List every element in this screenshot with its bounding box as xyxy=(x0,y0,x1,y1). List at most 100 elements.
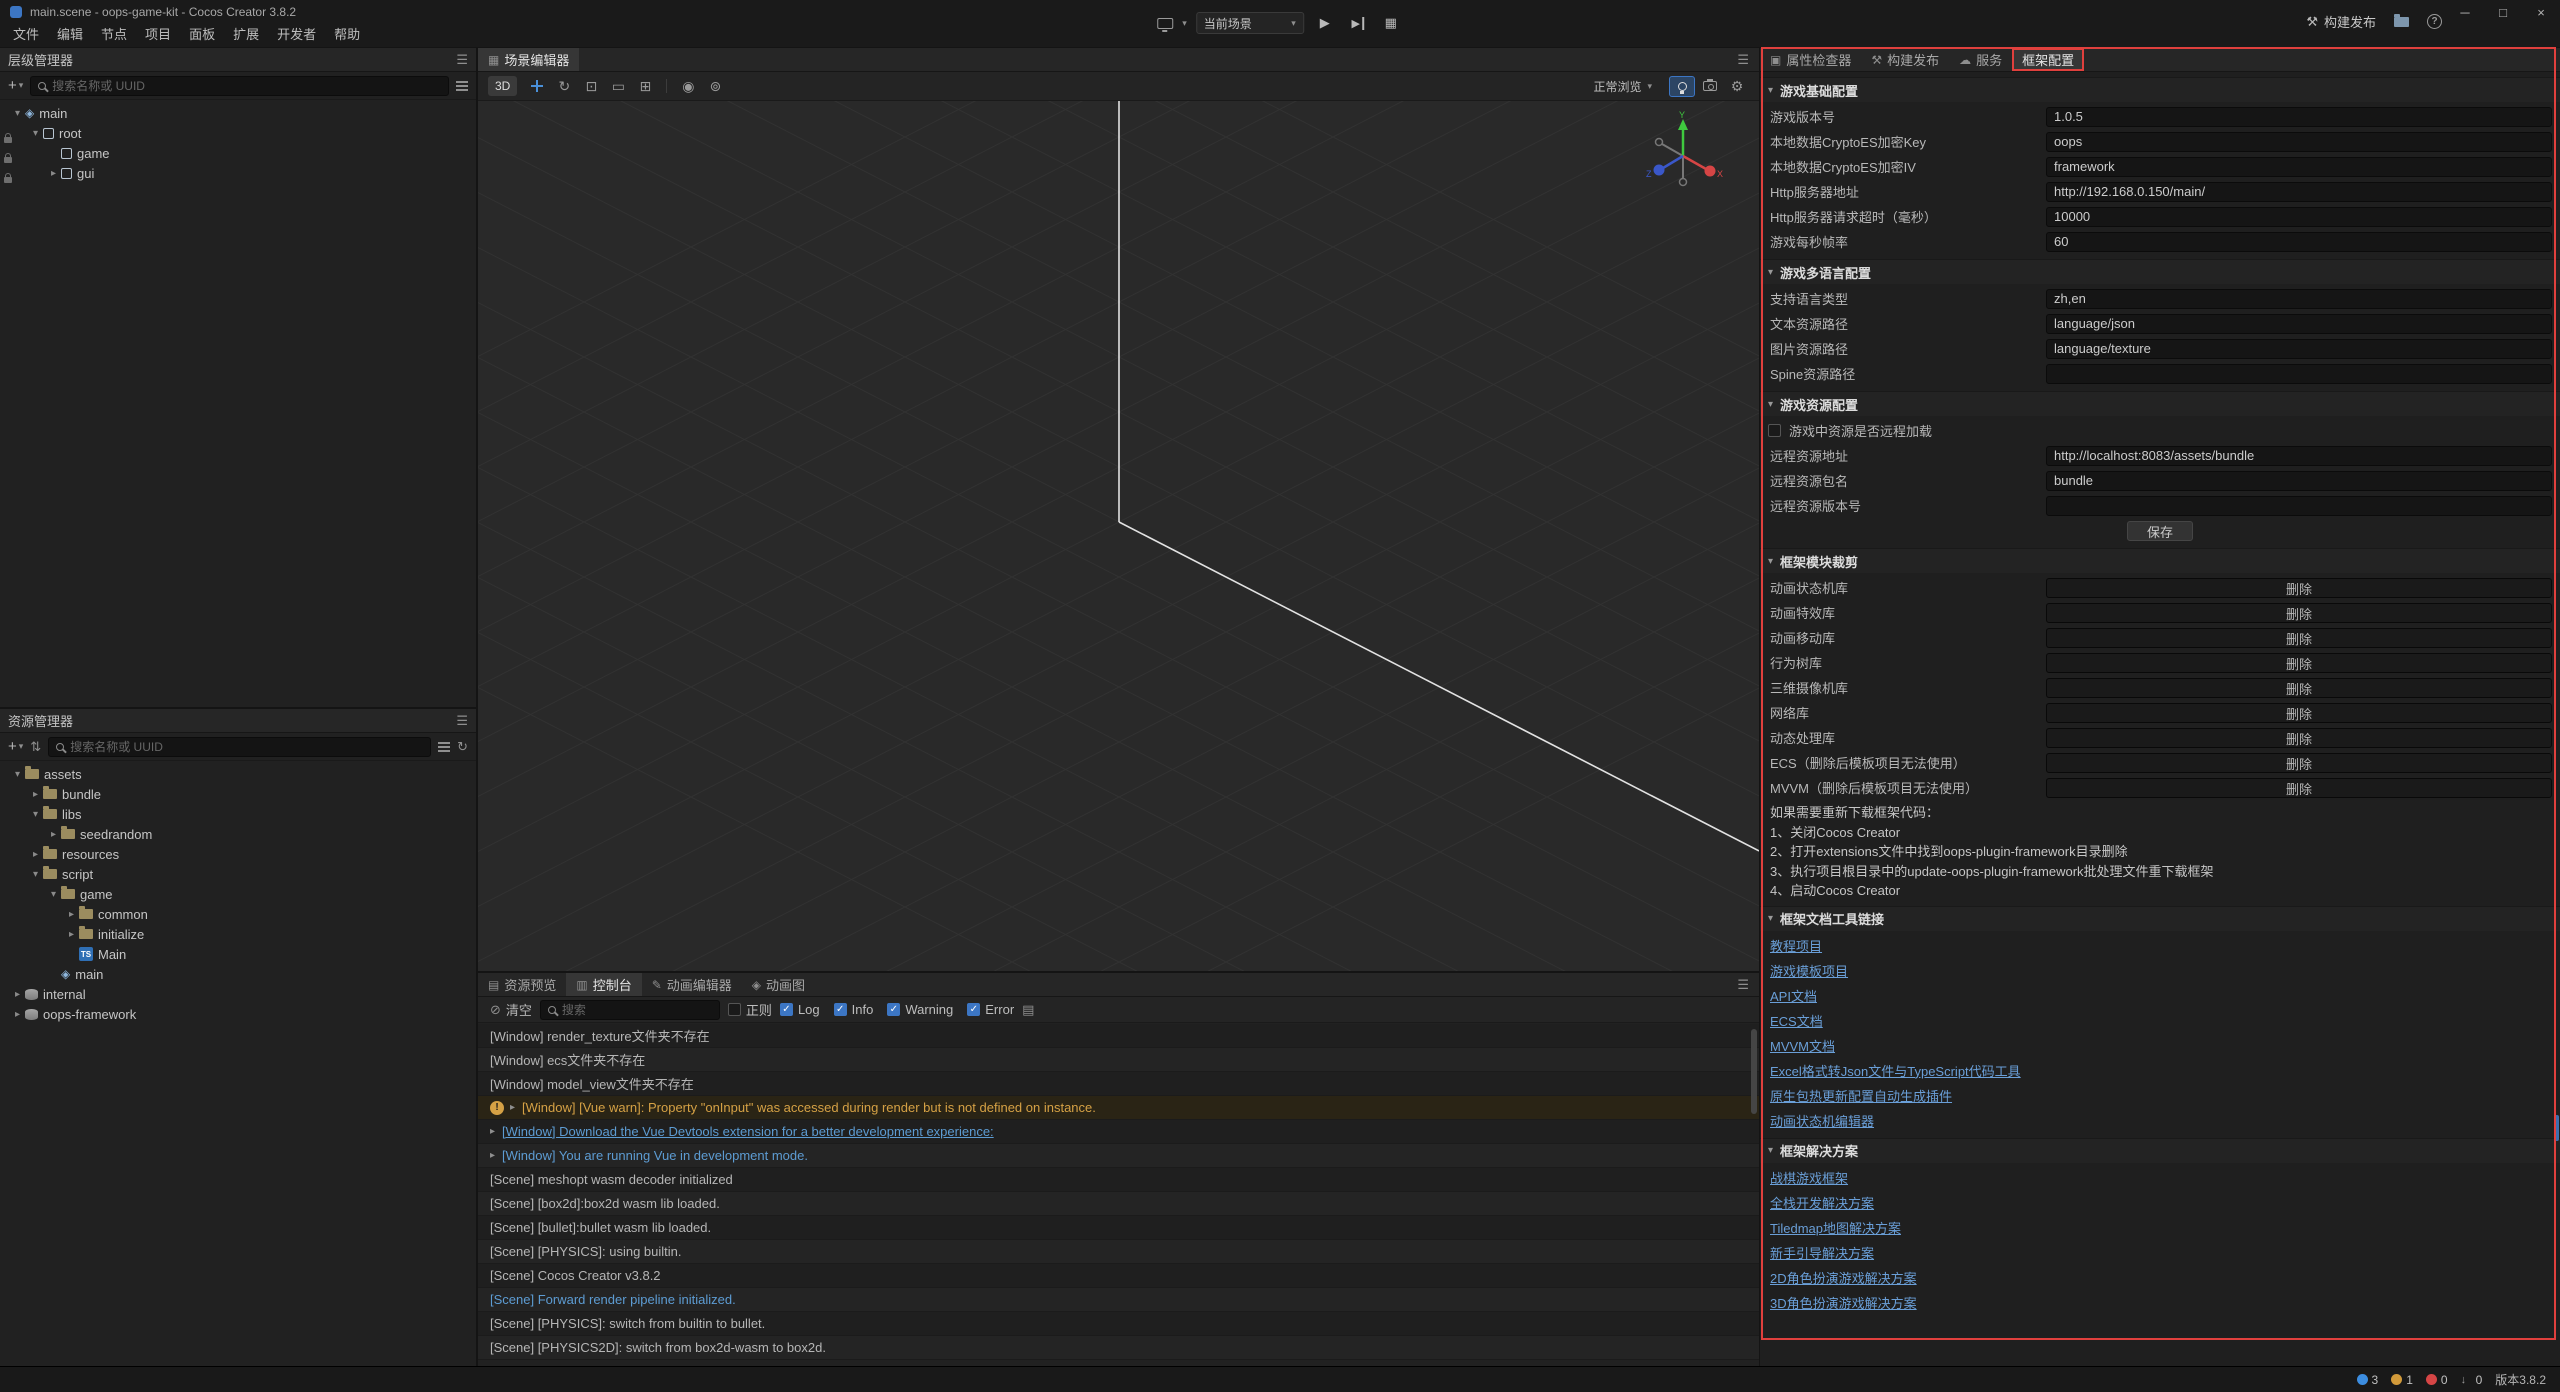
chevron-down-icon[interactable]: ▾ xyxy=(1182,18,1187,29)
axis-gizmo[interactable]: Y X Z xyxy=(1638,111,1728,201)
status-warning[interactable]: 1 xyxy=(2391,1373,2413,1387)
console-tab[interactable]: ▥控制台 xyxy=(566,973,641,996)
tree-row[interactable]: ▾◈main xyxy=(0,103,476,123)
scene-viewport[interactable]: Y X Z xyxy=(478,101,1759,971)
scene-light-toggle[interactable] xyxy=(1669,76,1695,97)
console-tab[interactable]: ✎动画编辑器 xyxy=(642,973,742,996)
console-filter-error[interactable]: Error xyxy=(967,1002,1014,1017)
tree-row[interactable]: ▸oops-framework xyxy=(0,1004,476,1024)
gizmo-tool-button[interactable]: ⊞ xyxy=(633,76,657,96)
delete-button[interactable]: 删除 xyxy=(2046,753,2552,773)
step-button[interactable]: ▶ xyxy=(1346,12,1370,34)
console-log-row[interactable]: [Window] ecs文件夹不存在 xyxy=(478,1048,1759,1072)
section-header[interactable]: ▾游戏资源配置 xyxy=(1760,391,2560,416)
property-input[interactable] xyxy=(2046,446,2552,466)
console-log-row[interactable]: [Window] render_texture文件夹不存在 xyxy=(478,1024,1759,1048)
expander-caret-icon[interactable]: ▸ xyxy=(28,849,43,860)
delete-button[interactable]: 删除 xyxy=(2046,628,2552,648)
console-filter-info[interactable]: Info xyxy=(834,1002,874,1017)
save-button[interactable]: 保存 xyxy=(2127,521,2193,541)
expand-caret-icon[interactable]: ▸ xyxy=(490,1150,495,1161)
assets-menu-icon[interactable]: ☰ xyxy=(456,713,468,729)
doc-link[interactable]: MVVM文档 xyxy=(1770,1036,1835,1055)
delete-button[interactable]: 删除 xyxy=(2046,728,2552,748)
tree-row[interactable]: ▸bundle xyxy=(0,784,476,804)
expand-caret-icon[interactable]: ▸ xyxy=(510,1102,515,1113)
menu-item[interactable]: 编辑 xyxy=(48,23,92,47)
close-button[interactable]: × xyxy=(2522,0,2560,24)
console-filter-log[interactable]: Log xyxy=(780,1002,820,1017)
tab-scene-editor[interactable]: ▦ 场景编辑器 xyxy=(478,48,579,71)
layout-grid-button[interactable]: ▦ xyxy=(1379,12,1403,34)
delete-button[interactable]: 删除 xyxy=(2046,678,2552,698)
build-publish-button[interactable]: ⚒ 构建发布 xyxy=(2306,12,2376,31)
doc-link[interactable]: 游戏模板项目 xyxy=(1770,961,1848,980)
checkbox-log[interactable] xyxy=(780,1003,793,1016)
filter-icon[interactable] xyxy=(438,742,450,744)
console-log-row[interactable]: [Scene] [PHYSICS2D]: switch from box2d-w… xyxy=(478,1336,1759,1360)
console-scrollbar[interactable] xyxy=(1751,1029,1757,1114)
property-input[interactable] xyxy=(2046,232,2552,252)
tree-row[interactable]: ▾libs xyxy=(0,804,476,824)
status-error[interactable]: 0 xyxy=(2426,1373,2448,1387)
expander-caret-icon[interactable]: ▾ xyxy=(10,108,25,119)
menu-item[interactable]: 项目 xyxy=(136,23,180,47)
clear-console-button[interactable]: ⊘ 清空 xyxy=(490,1000,532,1019)
console-log-row[interactable]: [Scene] [PHYSICS]: switch from builtin t… xyxy=(478,1312,1759,1336)
tree-row[interactable]: ▾script xyxy=(0,864,476,884)
rotate-tool-button[interactable]: ↻ xyxy=(552,76,576,96)
delete-button[interactable]: 删除 xyxy=(2046,703,2552,723)
status-download[interactable]: ↓0 xyxy=(2461,1373,2483,1387)
console-log-row[interactable]: [Scene] Forward render pipeline initiali… xyxy=(478,1288,1759,1312)
delete-button[interactable]: 删除 xyxy=(2046,603,2552,623)
doc-link[interactable]: 3D角色扮演游戏解决方案 xyxy=(1770,1293,1917,1312)
open-project-folder-icon[interactable] xyxy=(2394,17,2409,27)
hierarchy-search-input[interactable] xyxy=(52,79,441,93)
scale-tool-button[interactable]: ⊡ xyxy=(579,76,603,96)
expander-caret-icon[interactable]: ▸ xyxy=(64,929,79,940)
remote-load-checkbox[interactable] xyxy=(1768,424,1781,437)
property-input[interactable] xyxy=(2046,207,2552,227)
menu-item[interactable]: 扩展 xyxy=(224,23,268,47)
console-log-row[interactable]: ▸[Window] You are running Vue in develop… xyxy=(478,1144,1759,1168)
tree-row[interactable]: ▸seedrandom xyxy=(0,824,476,844)
menu-item[interactable]: 帮助 xyxy=(325,23,369,47)
menu-item[interactable]: 面板 xyxy=(180,23,224,47)
checkbox-warning[interactable] xyxy=(887,1003,900,1016)
property-input[interactable] xyxy=(2046,289,2552,309)
filter-icon[interactable] xyxy=(456,81,468,83)
scene-camera-button[interactable] xyxy=(1698,76,1722,96)
console-log-row[interactable]: [Scene] [box2d]:box2d wasm lib loaded. xyxy=(478,1192,1759,1216)
property-input[interactable] xyxy=(2046,107,2552,127)
tree-row[interactable]: ▾root xyxy=(0,123,476,143)
coordinate-toggle-button[interactable]: ⊚ xyxy=(703,76,727,96)
console-log-row[interactable]: [Scene] [PHYSICS]: using builtin. xyxy=(478,1240,1759,1264)
view-mode-select[interactable]: 正常浏览 ▾ xyxy=(1587,78,1658,95)
lock-icon[interactable] xyxy=(4,171,12,186)
doc-link[interactable]: 2D角色扮演游戏解决方案 xyxy=(1770,1268,1917,1287)
move-tool-button[interactable] xyxy=(525,76,549,96)
inspector-tab[interactable]: ☁服务 xyxy=(1949,48,2012,71)
sort-icon[interactable]: ⇅ xyxy=(30,739,41,755)
property-input[interactable] xyxy=(2046,471,2552,491)
refresh-icon[interactable]: ↻ xyxy=(457,739,468,755)
console-log-row[interactable]: ▸[Window] Download the Vue Devtools exte… xyxy=(478,1120,1759,1144)
console-log-row[interactable]: [Scene] meshopt wasm decoder initialized xyxy=(478,1168,1759,1192)
expander-caret-icon[interactable]: ▾ xyxy=(28,809,43,820)
expander-caret-icon[interactable]: ▸ xyxy=(10,989,25,1000)
property-input[interactable] xyxy=(2046,182,2552,202)
expander-caret-icon[interactable]: ▸ xyxy=(10,1009,25,1020)
section-header[interactable]: ▾框架模块裁剪 xyxy=(1760,548,2560,573)
console-log-row[interactable]: [Scene] Cocos Creator v3.8.2 xyxy=(478,1264,1759,1288)
expander-caret-icon[interactable]: ▾ xyxy=(28,869,43,880)
menu-item[interactable]: 开发者 xyxy=(268,23,325,47)
delete-button[interactable]: 删除 xyxy=(2046,778,2552,798)
regex-checkbox[interactable] xyxy=(728,1003,741,1016)
collapse-log-icon[interactable]: ▤ xyxy=(1022,1002,1034,1018)
console-log-row[interactable]: !▸[Window] [Vue warn]: Property "onInput… xyxy=(478,1096,1759,1120)
tree-row[interactable]: ▸internal xyxy=(0,984,476,1004)
doc-link[interactable]: 新手引导解决方案 xyxy=(1770,1243,1874,1262)
section-header[interactable]: ▾框架解决方案 xyxy=(1760,1138,2560,1163)
doc-link[interactable]: ECS文档 xyxy=(1770,1011,1823,1030)
delete-button[interactable]: 删除 xyxy=(2046,653,2552,673)
